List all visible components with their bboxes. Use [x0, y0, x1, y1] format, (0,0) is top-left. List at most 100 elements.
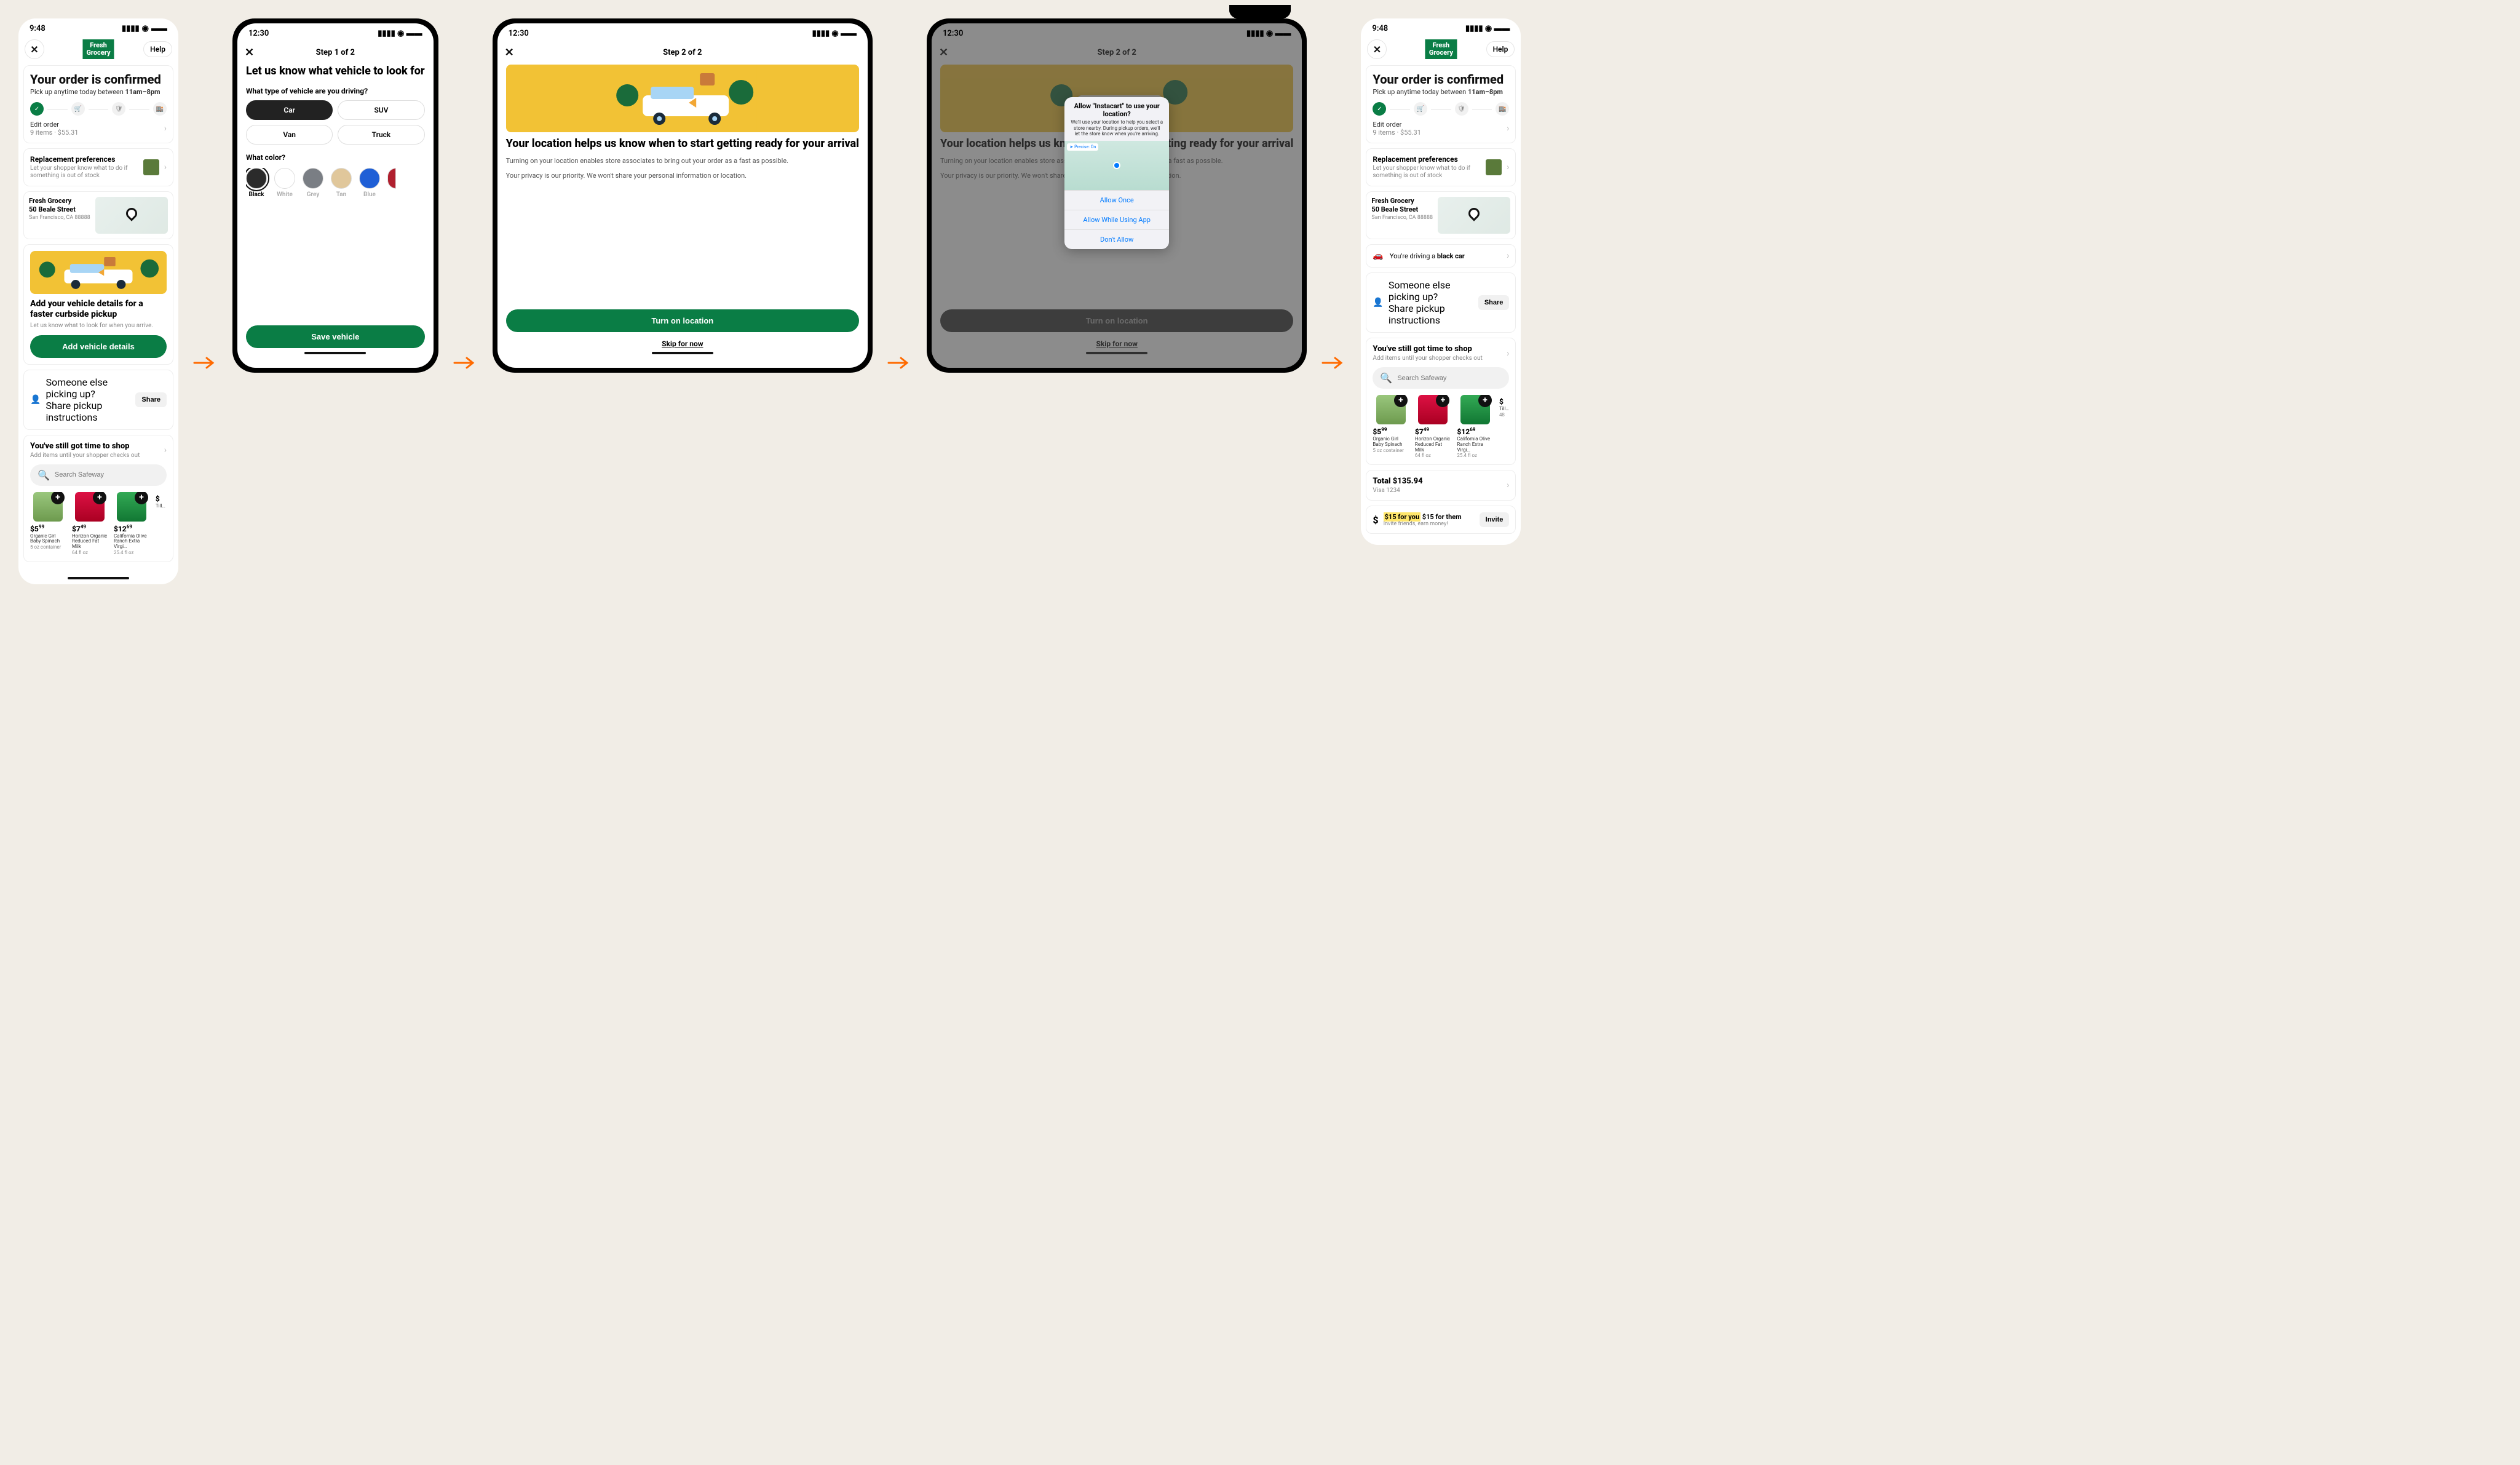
vehicle-card-title: Add your vehicle details for a faster cu… [30, 299, 167, 320]
alert-map[interactable]: ➤Precise: On [1064, 141, 1169, 190]
close-button[interactable]: ✕ [1367, 39, 1387, 59]
product-item-partial[interactable]: $ Till… 48 [1499, 395, 1509, 458]
status-time: 9:48 [30, 24, 46, 33]
step-confirmed-icon: ✓ [1373, 102, 1386, 116]
color-red-partial[interactable] [387, 168, 396, 191]
store-name: Fresh Grocery [1371, 197, 1433, 205]
modal-header: ✕ Step 1 of 2 [237, 41, 434, 65]
share-button[interactable]: Share [1478, 295, 1510, 310]
color-black[interactable]: Black [246, 168, 267, 198]
alert-title: Allow "Instacart" to use your location? [1064, 97, 1169, 119]
replacement-desc: Let your shopper know what to do if some… [1373, 165, 1481, 180]
step-delivery-icon: 🛡 [1455, 102, 1468, 116]
product-size: 64 fl oz [72, 550, 108, 555]
step-store-icon: 🏬 [153, 102, 167, 116]
add-icon[interactable]: + [135, 492, 148, 504]
screen-5-order-confirmed-updated: 9:48 ▮▮▮▮ ◉ ▬▬ ✕ FreshGrocery Help Your … [1361, 18, 1521, 545]
flow-arrow-icon [1321, 354, 1346, 372]
modal-header: ✕ Step 2 of 2 [497, 41, 868, 65]
add-icon[interactable]: + [1436, 395, 1449, 407]
edit-order-row[interactable]: Edit order 9 items · $55.31 › [1373, 121, 1509, 137]
total-amount: Total $135.94 [1373, 477, 1502, 486]
page-title: Your order is confirmed [30, 72, 167, 87]
map-thumbnail [1438, 197, 1510, 234]
store-location-card[interactable]: Fresh Grocery 50 Beale Street San Franci… [1366, 191, 1516, 239]
page-title: Your order is confirmed [1373, 72, 1509, 87]
turn-on-location-button[interactable]: Turn on location [506, 309, 859, 332]
dont-allow-button[interactable]: Don't Allow [1064, 229, 1169, 249]
content-scroll[interactable]: Your order is confirmed Pick up anytime … [1361, 65, 1521, 545]
search-input[interactable] [1397, 375, 1502, 382]
someone-desc: Share pickup instructions [46, 400, 130, 423]
replacement-prefs-card[interactable]: Replacement preferences Let your shopper… [23, 148, 173, 186]
driving-status-card[interactable]: 🚗 You're driving a black car › [1366, 244, 1516, 268]
help-button[interactable]: Help [143, 41, 172, 57]
add-vehicle-button[interactable]: Add vehicle details [30, 335, 167, 358]
close-icon[interactable]: ✕ [245, 46, 254, 59]
add-icon[interactable]: + [51, 492, 65, 504]
flow-arrow-icon [193, 354, 218, 372]
vehicle-illustration [30, 251, 167, 294]
type-chip-van[interactable]: Van [246, 125, 333, 145]
search-input[interactable] [55, 471, 159, 478]
brand-logo: FreshGrocery [82, 39, 114, 58]
type-chip-car[interactable]: Car [246, 100, 333, 120]
edit-order-row[interactable]: Edit order 9 items · $55.31 › [30, 121, 167, 137]
product-item-partial[interactable]: $ Till… [156, 492, 167, 555]
someone-else-card: 👤 Someone else picking up? Share pickup … [1366, 272, 1516, 333]
skip-link[interactable]: Skip for now [506, 339, 859, 348]
content-scroll[interactable]: Your order is confirmed Pick up anytime … [18, 65, 178, 573]
store-location-card[interactable]: Fresh Grocery 50 Beale Street San Franci… [23, 191, 173, 239]
product-name: California Olive Ranch Extra Virgi… [114, 534, 149, 550]
step2-para2: Your privacy is our priority. We won't s… [506, 172, 859, 181]
search-icon: 🔍 [38, 469, 50, 481]
color-white[interactable]: White [274, 168, 295, 198]
status-time: 12:30 [248, 29, 269, 38]
product-item[interactable]: + $599 Organic Girl Baby Spinach 5 oz co… [1373, 395, 1409, 458]
step-confirmed-icon: ✓ [30, 102, 44, 116]
signal-icon: ▮▮▮▮ [122, 24, 140, 33]
home-indicator [304, 352, 366, 354]
share-button[interactable]: Share [135, 392, 167, 407]
status-bar: 9:48 ▮▮▮▮ ◉ ▬▬ [1361, 18, 1521, 36]
total-card[interactable]: Total $135.94 Visa 1234 › [1366, 470, 1516, 501]
search-bar[interactable]: 🔍 [1373, 367, 1509, 389]
order-confirmed-card: Your order is confirmed Pick up anytime … [23, 65, 173, 143]
product-item[interactable]: + $599 Organic Girl Baby Spinach 5 oz co… [30, 492, 66, 555]
invite-card: $ $15 for you $15 for them Invite friend… [1366, 506, 1516, 534]
replacement-desc: Let your shopper know what to do if some… [30, 165, 138, 180]
help-button[interactable]: Help [1486, 41, 1515, 57]
type-chip-suv[interactable]: SUV [338, 100, 424, 120]
product-name: Organic Girl Baby Spinach [30, 534, 66, 545]
add-icon[interactable]: + [93, 492, 106, 504]
still-time-card: You've still got time to shop Add items … [23, 435, 173, 562]
invite-button[interactable]: Invite [1480, 512, 1510, 527]
allow-while-using-button[interactable]: Allow While Using App [1064, 210, 1169, 229]
driving-text: You're driving a black car [1390, 252, 1500, 260]
chevron-right-icon: › [1507, 349, 1509, 359]
precise-toggle[interactable]: ➤Precise: On [1067, 143, 1098, 151]
product-carousel[interactable]: + $599 Organic Girl Baby Spinach 5 oz co… [30, 492, 167, 555]
replacement-prefs-card[interactable]: Replacement preferences Let your shopper… [1366, 148, 1516, 186]
allow-once-button[interactable]: Allow Once [1064, 190, 1169, 210]
product-price: $ [156, 494, 167, 503]
screen-2-vehicle-step1: 12:30 ▮▮▮▮ ◉ ▬▬ ✕ Step 1 of 2 Let us kno… [232, 18, 438, 373]
color-grey[interactable]: Grey [303, 168, 323, 198]
product-item[interactable]: + $1269 California Olive Ranch Extra Vir… [114, 492, 149, 555]
chevron-right-icon: › [1507, 162, 1509, 172]
close-icon[interactable]: ✕ [505, 46, 514, 59]
vehicle-type-question: What type of vehicle are you driving? [246, 87, 425, 95]
product-name: Horizon Organic Reduced Fat Milk [72, 534, 108, 550]
type-chip-truck[interactable]: Truck [338, 125, 424, 145]
color-blue[interactable]: Blue [359, 168, 380, 198]
product-item[interactable]: + $749 Horizon Organic Reduced Fat Milk … [72, 492, 108, 555]
search-bar[interactable]: 🔍 [30, 464, 167, 486]
product-item[interactable]: + $749 Horizon Organic Reduced Fat Milk … [1415, 395, 1451, 458]
save-vehicle-button[interactable]: Save vehicle [246, 325, 425, 348]
vehicle-details-card: Add your vehicle details for a faster cu… [23, 244, 173, 365]
product-item[interactable]: + $1269 California Olive Ranch Extra Vir… [1457, 395, 1493, 458]
color-tan[interactable]: Tan [331, 168, 352, 198]
product-carousel[interactable]: + $599 Organic Girl Baby Spinach 5 oz co… [1373, 395, 1509, 458]
product-price: $599 [30, 524, 66, 533]
close-button[interactable]: ✕ [25, 39, 44, 59]
